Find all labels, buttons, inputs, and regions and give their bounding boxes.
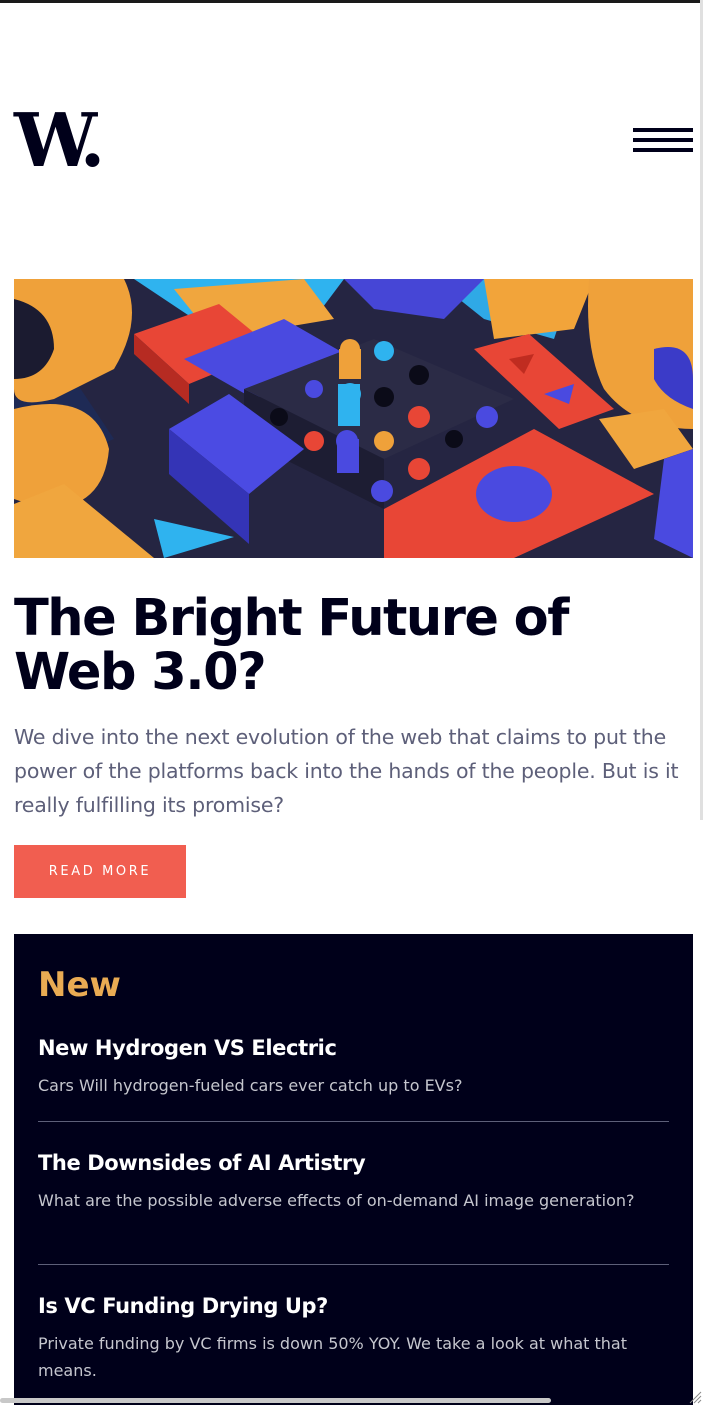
- news-divider: [38, 1264, 669, 1265]
- new-articles-panel: New New Hydrogen VS Electric Cars Will h…: [14, 934, 693, 1405]
- hamburger-menu-icon[interactable]: [633, 126, 693, 156]
- menu-line: [633, 138, 693, 142]
- menu-line: [633, 148, 693, 152]
- news-item-title[interactable]: The Downsides of AI Artistry: [38, 1149, 669, 1177]
- news-item-title[interactable]: New Hydrogen VS Electric: [38, 1034, 669, 1062]
- news-item[interactable]: New Hydrogen VS Electric Cars Will hydro…: [38, 1034, 669, 1099]
- hero-description: We dive into the next evolution of the w…: [14, 725, 679, 817]
- news-item-description: Private funding by VC firms is down 50% …: [38, 1334, 627, 1380]
- new-section-heading: New: [38, 965, 121, 1005]
- hero-title: The Bright Future of Web 3.0?: [14, 589, 569, 702]
- site-logo[interactable]: W.: [14, 104, 105, 178]
- horizontal-scrollbar[interactable]: [0, 1398, 551, 1403]
- site-header: W.: [14, 104, 693, 178]
- news-item[interactable]: The Downsides of AI Artistry What are th…: [38, 1149, 669, 1214]
- hero-image: [14, 279, 693, 558]
- resize-grip-icon[interactable]: [688, 1390, 702, 1404]
- news-item-description: Cars Will hydrogen-fueled cars ever catc…: [38, 1076, 463, 1095]
- news-item-description: What are the possible adverse effects of…: [38, 1191, 635, 1210]
- abstract-blocks-illustration: [14, 279, 693, 558]
- news-divider: [38, 1121, 669, 1122]
- window-top-border: [0, 0, 703, 3]
- news-item[interactable]: Is VC Funding Drying Up? Private funding…: [38, 1292, 669, 1384]
- read-more-button[interactable]: READ MORE: [14, 845, 186, 898]
- news-item-title[interactable]: Is VC Funding Drying Up?: [38, 1292, 669, 1320]
- menu-line: [633, 128, 693, 132]
